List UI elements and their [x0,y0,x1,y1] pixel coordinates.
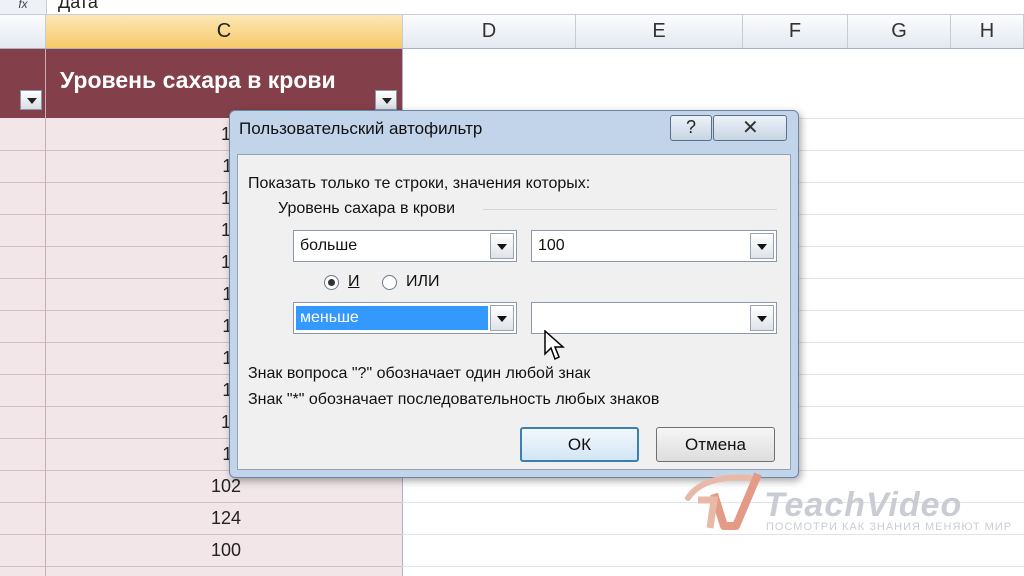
column-a-cells[interactable] [0,118,45,576]
formula-content[interactable]: Дата [58,0,98,13]
or-label[interactable]: ИЛИ [406,273,440,291]
chevron-down-icon[interactable] [750,305,774,331]
mouse-cursor-icon [544,330,565,361]
cell-value[interactable]: 11 [46,156,241,177]
row-divider [0,502,402,503]
filter-dropdown-a-icon[interactable] [20,90,42,110]
and-radio[interactable] [324,275,339,290]
column-header-f[interactable]: F [743,15,848,48]
custom-autofilter-dialog: Пользовательский автофильтр ? ✕ Показать… [229,110,799,478]
column-header-a[interactable] [0,15,46,48]
hint-question-mark: Знак вопроса "?" обозначает один любой з… [248,365,591,382]
cell-value[interactable]: 12 [46,412,241,433]
field-name-label: Уровень сахара в крови [278,200,456,217]
cell-value[interactable]: 12 [46,124,241,145]
close-button[interactable]: ✕ [713,115,787,141]
teachvideo-watermark: TeachVideo ПОСМОТРИ КАК ЗНАНИЯ МЕНЯЮТ МИ… [684,470,1011,540]
condition2-value-select[interactable] [531,302,777,334]
row-divider [0,534,402,535]
cell-value[interactable]: 10 [46,252,241,273]
filter-dropdown-c-icon[interactable] [375,90,397,110]
row-divider [0,566,402,567]
cell-value[interactable]: 11 [46,284,241,305]
dialog-title: Пользовательский автофильтр [239,119,483,138]
cell-value[interactable]: 11 [46,444,241,465]
column-header-d[interactable]: D [403,15,576,48]
and-label[interactable]: И [348,273,360,291]
watermark-tagline: ПОСМОТРИ КАК ЗНАНИЯ МЕНЯЮТ МИР [766,521,1013,533]
table-header-title[interactable]: Уровень сахара в крови [60,67,336,94]
ok-button[interactable]: ОК [520,427,639,462]
cell-value[interactable]: 11 [46,348,241,369]
chevron-down-icon[interactable] [490,233,514,259]
fx-icon[interactable]: fx [0,0,47,14]
cell-value[interactable]: 124 [46,508,241,529]
separator [483,209,777,210]
column-headers: C D E F G H [0,15,1024,49]
or-radio[interactable] [382,275,397,290]
column-header-g[interactable]: G [848,15,951,48]
chevron-down-icon[interactable] [750,233,774,259]
formula-bar: fx Дата [0,0,1024,15]
close-icon: ✕ [742,117,759,139]
cell-value[interactable]: 11 [46,316,241,337]
grid-line [402,566,1024,567]
cancel-button[interactable]: Отмена [656,427,775,462]
condition2-operator-select[interactable]: меньше [293,302,517,334]
column-header-c[interactable]: C [46,15,403,48]
cell-value[interactable]: 100 [46,540,241,561]
dialog-body: Показать только те строки, значения кото… [237,154,791,470]
condition2-operator-value: меньше [296,306,488,330]
condition1-operator-select[interactable]: больше [293,230,517,262]
condition1-operator-value: больше [300,237,358,254]
column-header-h[interactable]: H [951,15,1024,48]
watermark-brand: TeachVideo [764,486,963,524]
condition1-value: 100 [538,237,565,254]
teachvideo-logo-icon [685,472,762,530]
chevron-down-icon[interactable] [490,305,514,331]
cell-value[interactable]: 10 [46,188,241,209]
hint-asterisk: Знак "*" обозначает последовательность л… [248,391,660,408]
instruction-label: Показать только те строки, значения кото… [248,175,591,192]
cell-value[interactable]: 102 [46,476,241,497]
column-header-e[interactable]: E [576,15,743,48]
help-button[interactable]: ? [670,115,712,141]
condition1-value-select[interactable]: 100 [531,230,777,262]
cell-value[interactable]: 11 [46,380,241,401]
cell-value[interactable]: 13 [46,220,241,241]
